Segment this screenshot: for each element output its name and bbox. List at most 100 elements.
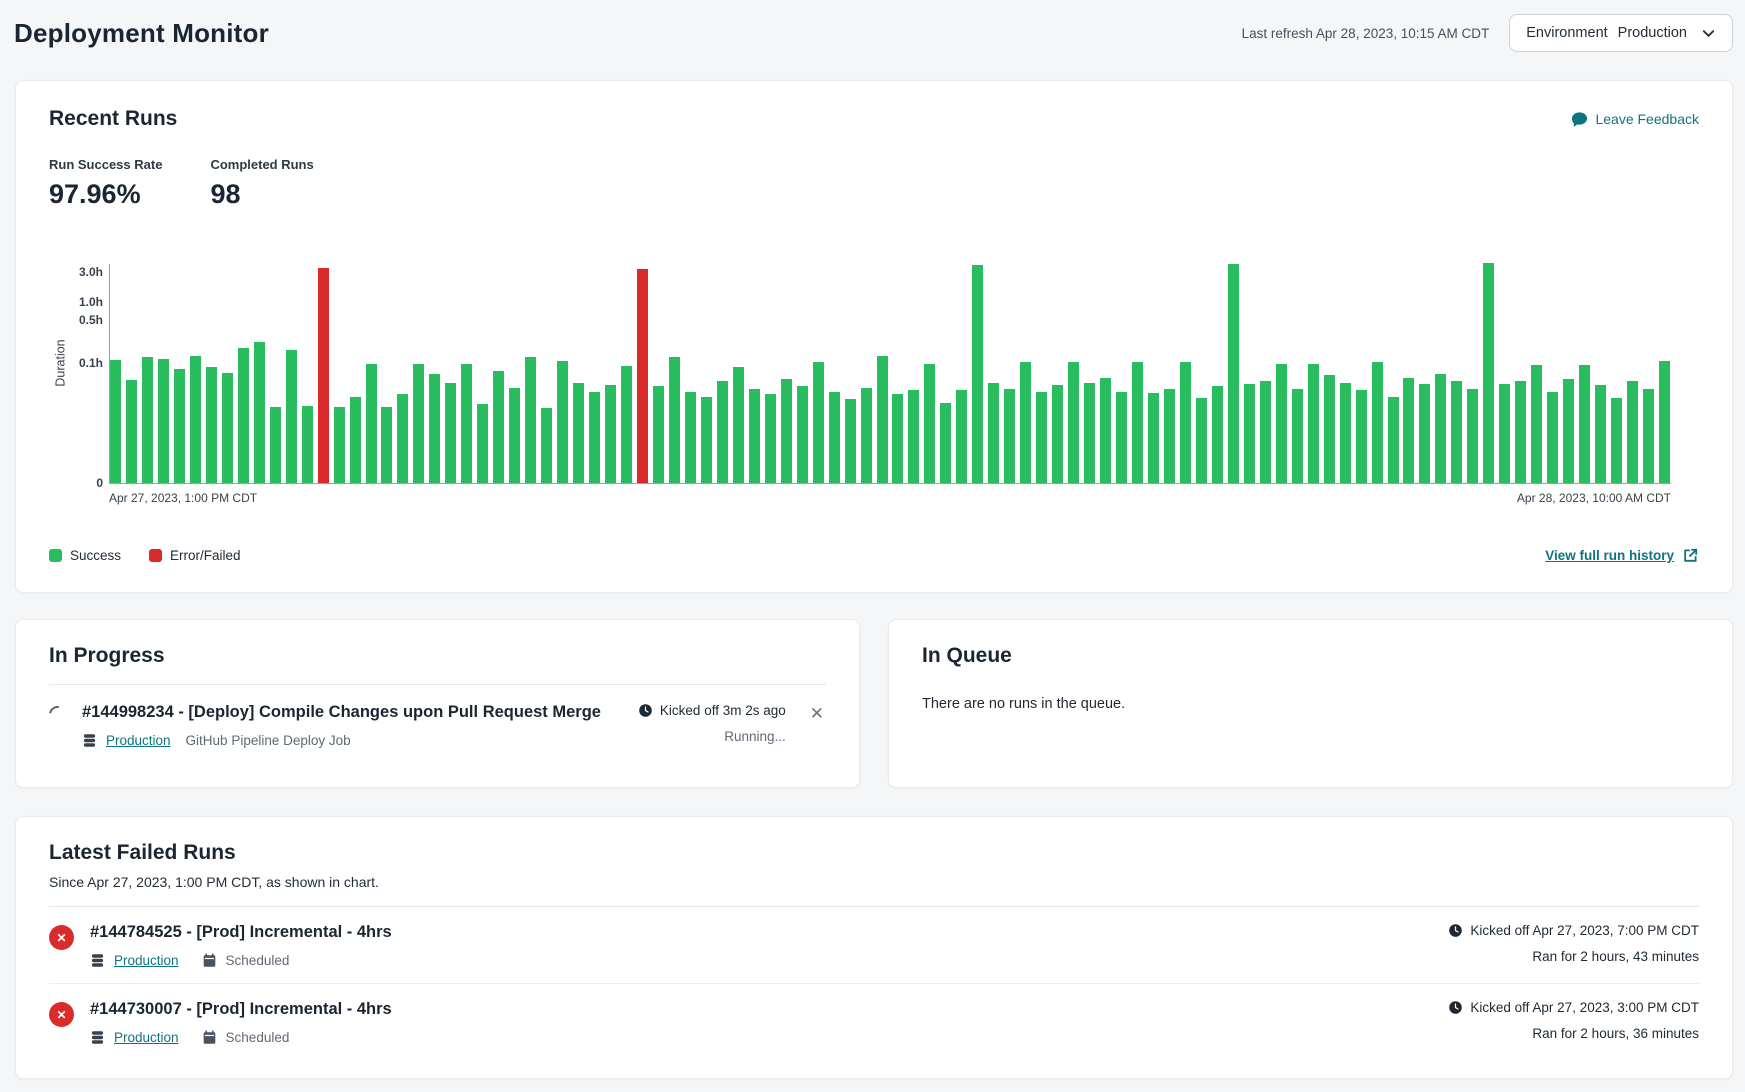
- run-bar-success[interactable]: [1212, 386, 1223, 483]
- run-bar-success[interactable]: [397, 394, 408, 483]
- run-bar-success[interactable]: [1084, 383, 1095, 483]
- run-bar-success[interactable]: [1595, 385, 1606, 483]
- environment-dropdown[interactable]: Environment Production: [1509, 14, 1733, 52]
- run-bar-success[interactable]: [1244, 384, 1255, 483]
- run-bar-success[interactable]: [1563, 379, 1574, 483]
- run-bar-success[interactable]: [350, 397, 361, 483]
- run-bar-success[interactable]: [286, 350, 297, 483]
- run-bar-success[interactable]: [1164, 389, 1175, 483]
- run-bar-success[interactable]: [1180, 362, 1191, 483]
- run-bar-success[interactable]: [1068, 362, 1079, 483]
- run-bar-success[interactable]: [765, 394, 776, 483]
- run-bar-success[interactable]: [1451, 381, 1462, 483]
- run-bar-success[interactable]: [749, 389, 760, 483]
- run-bar-success[interactable]: [429, 374, 440, 483]
- run-bar-success[interactable]: [174, 369, 185, 483]
- run-bar-success[interactable]: [1052, 385, 1063, 483]
- run-bar-success[interactable]: [988, 383, 999, 483]
- run-bar-success[interactable]: [1627, 381, 1638, 483]
- run-bar-success[interactable]: [381, 407, 392, 483]
- run-bar-success[interactable]: [669, 357, 680, 483]
- run-bar-success[interactable]: [110, 360, 121, 483]
- run-bar-success[interactable]: [589, 392, 600, 483]
- run-bar-success[interactable]: [1659, 361, 1670, 483]
- run-bar-success[interactable]: [1116, 392, 1127, 483]
- run-bar-success[interactable]: [541, 408, 552, 483]
- run-bar-success[interactable]: [142, 357, 153, 483]
- run-bar-success[interactable]: [1579, 365, 1590, 483]
- run-bar-success[interactable]: [270, 407, 281, 483]
- run-bar-success[interactable]: [1132, 362, 1143, 483]
- run-bar-success[interactable]: [1531, 365, 1542, 483]
- run-bar-success[interactable]: [1388, 397, 1399, 483]
- run-bar-success[interactable]: [557, 361, 568, 483]
- run-bar-success[interactable]: [222, 373, 233, 483]
- run-bar-success[interactable]: [845, 399, 856, 483]
- run-bar-success[interactable]: [254, 342, 265, 483]
- run-bar-success[interactable]: [653, 386, 664, 483]
- run-bar-success[interactable]: [461, 364, 472, 483]
- run-bar-success[interactable]: [509, 388, 520, 483]
- run-bar-success[interactable]: [908, 390, 919, 483]
- run-bar-success[interactable]: [1515, 381, 1526, 483]
- run-bar-success[interactable]: [1196, 398, 1207, 483]
- run-bar-success[interactable]: [477, 404, 488, 483]
- run-bar-success[interactable]: [1292, 389, 1303, 483]
- run-bar-success[interactable]: [892, 394, 903, 483]
- run-bar-success[interactable]: [877, 356, 888, 483]
- run-bar-success[interactable]: [1419, 384, 1430, 483]
- run-bar-success[interactable]: [829, 392, 840, 483]
- run-bar-success[interactable]: [1020, 362, 1031, 483]
- run-bar-success[interactable]: [861, 388, 872, 483]
- run-bar-success[interactable]: [366, 364, 377, 483]
- run-bar-success[interactable]: [1100, 378, 1111, 483]
- run-bar-success[interactable]: [525, 357, 536, 483]
- run-bar-success[interactable]: [1276, 364, 1287, 483]
- run-bar-success[interactable]: [781, 379, 792, 483]
- run-bar-success[interactable]: [924, 364, 935, 483]
- run-bar-success[interactable]: [445, 383, 456, 483]
- environment-link[interactable]: Production: [106, 733, 171, 748]
- run-bar-success[interactable]: [797, 386, 808, 483]
- run-bar-success[interactable]: [1547, 392, 1558, 483]
- run-bar-success[interactable]: [733, 367, 744, 483]
- run-bar-success[interactable]: [126, 380, 137, 483]
- run-bar-success[interactable]: [1435, 374, 1446, 483]
- run-bar-success[interactable]: [493, 371, 504, 483]
- run-bar-success[interactable]: [190, 356, 201, 483]
- run-bar-success[interactable]: [1467, 389, 1478, 483]
- run-bar-success[interactable]: [1340, 383, 1351, 483]
- run-bar-success[interactable]: [573, 383, 584, 483]
- run-bar-success[interactable]: [1260, 381, 1271, 483]
- run-bar-success[interactable]: [1499, 384, 1510, 483]
- run-bar-success[interactable]: [413, 364, 424, 483]
- run-bar-success[interactable]: [685, 392, 696, 483]
- run-bar-success[interactable]: [158, 359, 169, 483]
- run-bar-success[interactable]: [1004, 389, 1015, 483]
- run-bar-success[interactable]: [717, 381, 728, 483]
- run-bar-success[interactable]: [1372, 362, 1383, 483]
- run-bar-success[interactable]: [1036, 392, 1047, 483]
- close-icon[interactable]: ✕: [808, 703, 826, 724]
- run-bar-success[interactable]: [621, 366, 632, 483]
- run-bar-success[interactable]: [206, 367, 217, 483]
- run-bar-success[interactable]: [1403, 378, 1414, 483]
- run-bar-success[interactable]: [701, 397, 712, 483]
- run-bar-success[interactable]: [940, 403, 951, 483]
- leave-feedback-link[interactable]: Leave Feedback: [1571, 111, 1699, 128]
- run-bar-success[interactable]: [302, 406, 313, 483]
- run-bar-success[interactable]: [238, 348, 249, 483]
- run-bar-success[interactable]: [972, 265, 983, 483]
- run-bar-success[interactable]: [1611, 398, 1622, 483]
- environment-link[interactable]: Production: [114, 1030, 179, 1045]
- run-bar-success[interactable]: [1483, 263, 1494, 483]
- run-bar-success[interactable]: [1324, 375, 1335, 483]
- environment-link[interactable]: Production: [114, 953, 179, 968]
- run-bar-success[interactable]: [605, 385, 616, 483]
- run-bar-failed[interactable]: [637, 269, 648, 483]
- run-bar-failed[interactable]: [318, 268, 329, 483]
- run-bar-success[interactable]: [1308, 364, 1319, 483]
- view-full-run-history-link[interactable]: View full run history: [1545, 547, 1699, 564]
- run-bar-success[interactable]: [1356, 390, 1367, 483]
- run-bar-success[interactable]: [813, 362, 824, 483]
